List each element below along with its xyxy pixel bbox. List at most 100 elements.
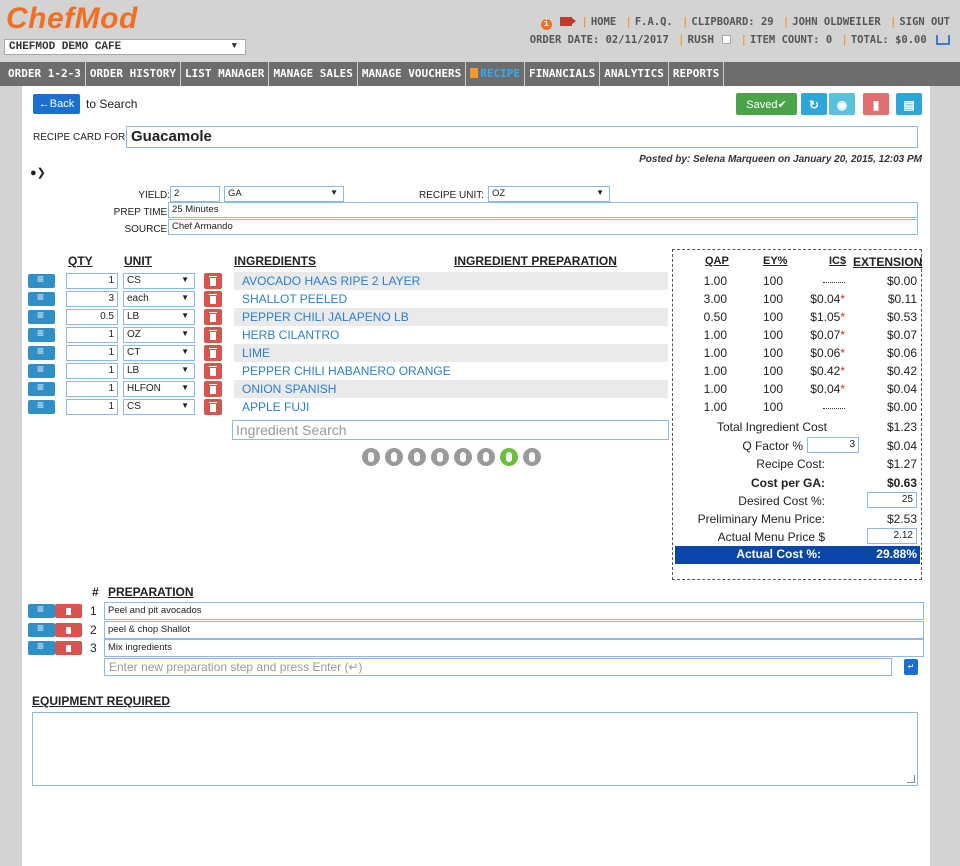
delete-ingredient-button[interactable] — [204, 273, 222, 289]
delete-ingredient-button[interactable] — [204, 327, 222, 343]
meat-icon[interactable] — [408, 448, 426, 466]
qty-input[interactable]: 1 — [66, 381, 118, 397]
enter-step-button[interactable]: ↵ — [904, 659, 918, 675]
unit-value: CT — [127, 347, 141, 358]
video-icon[interactable] — [560, 17, 577, 26]
ingredient-search-input[interactable]: Ingredient Search — [232, 420, 669, 440]
main-nav: ORDER 1-2-3 ORDER HISTORY LIST MANAGER M… — [0, 62, 960, 86]
qty-input[interactable]: 0.5 — [66, 309, 118, 325]
step-menu-button[interactable] — [28, 639, 55, 655]
row-menu-button[interactable] — [28, 344, 55, 360]
unit-select[interactable]: CT ▼ — [123, 345, 195, 361]
sign-out-link[interactable]: SIGN OUT — [899, 16, 950, 28]
print-button[interactable]: ▤ — [896, 93, 922, 115]
row-menu-button[interactable] — [28, 290, 55, 306]
new-step-input[interactable]: Enter new preparation step and press Ent… — [104, 658, 892, 676]
row-menu-button[interactable] — [28, 272, 55, 288]
tab-order-123[interactable]: ORDER 1-2-3 — [4, 62, 86, 86]
delete-ingredient-button[interactable] — [204, 345, 222, 361]
unit-select[interactable]: LB ▼ — [123, 309, 195, 325]
step-menu-button[interactable] — [28, 621, 55, 637]
rush-checkbox[interactable] — [722, 35, 732, 44]
prep-time-input[interactable]: 25 Minutes — [168, 202, 918, 218]
unit-select[interactable]: CS ▼ — [123, 273, 195, 289]
delete-ingredient-button[interactable] — [204, 309, 222, 325]
ingredient-name[interactable]: SHALLOT PEELED — [242, 292, 347, 306]
delete-ingredient-button[interactable] — [204, 399, 222, 415]
preview-button[interactable]: ◉ — [829, 93, 855, 115]
ingredient-name[interactable]: PEPPER CHILI JALAPENO LB — [242, 310, 409, 324]
qty-input[interactable]: 1 — [66, 345, 118, 361]
tab-manage-vouchers[interactable]: MANAGE VOUCHERS — [358, 62, 467, 86]
delete-step-button[interactable] — [55, 641, 82, 655]
step-input[interactable]: Mix ingredients — [104, 639, 924, 657]
row-menu-button[interactable] — [28, 326, 55, 342]
desired-cost-input[interactable]: 25 — [867, 492, 917, 508]
delete-ingredient-button[interactable] — [204, 381, 222, 397]
faq-link[interactable]: F.A.Q. — [635, 16, 673, 28]
tab-reports[interactable]: REPORTS — [669, 62, 725, 86]
yield-input[interactable]: 2 — [170, 186, 220, 202]
tag-icon[interactable]: ●❯ — [30, 166, 46, 179]
produce-icon[interactable] — [500, 448, 518, 466]
seafood-icon[interactable] — [431, 448, 449, 466]
delete-ingredient-button[interactable] — [204, 291, 222, 307]
clipboard-link[interactable]: CLIPBOARD: 29 — [691, 16, 773, 28]
user-link[interactable]: JOHN OLDWEILER — [792, 16, 881, 28]
tab-list-manager[interactable]: LIST MANAGER — [181, 62, 270, 86]
info-icon[interactable]: i — [540, 19, 552, 30]
delete-step-button[interactable] — [55, 604, 82, 618]
chefmod-logo[interactable]: ChefMod — [6, 2, 138, 36]
saved-button[interactable]: Saved✔ — [736, 93, 797, 115]
row-menu-button[interactable] — [28, 398, 55, 414]
unit-select[interactable]: OZ ▼ — [123, 327, 195, 343]
resize-handle-icon[interactable] — [907, 775, 915, 783]
source-input[interactable]: Chef Armando — [168, 219, 918, 235]
tab-manage-sales[interactable]: MANAGE SALES — [269, 62, 358, 86]
ingredient-name[interactable]: PEPPER CHILI HABANERO ORANGE — [242, 364, 451, 378]
delete-step-button[interactable] — [55, 623, 82, 637]
qty-input[interactable]: 1 — [66, 327, 118, 343]
delete-button[interactable]: ▮ — [863, 93, 889, 115]
step-input[interactable]: Peel and pit avocados — [104, 602, 924, 620]
step-menu-button[interactable] — [28, 602, 55, 618]
ingredient-name[interactable]: APPLE FUJI — [242, 400, 309, 414]
qty-input[interactable]: 1 — [66, 273, 118, 289]
dairy-icon[interactable] — [385, 448, 403, 466]
row-menu-button[interactable] — [28, 380, 55, 396]
cart-icon[interactable] — [936, 35, 950, 45]
qty-input[interactable]: 1 — [66, 363, 118, 379]
refresh-button[interactable]: ↻ — [801, 93, 827, 115]
ingredient-name[interactable]: ONION SPANISH — [242, 382, 336, 396]
qty-input[interactable]: 3 — [66, 291, 118, 307]
qfactor-input[interactable]: 3 — [807, 437, 859, 453]
unit-select[interactable]: CS ▼ — [123, 399, 195, 415]
row-menu-button[interactable] — [28, 362, 55, 378]
tab-financials[interactable]: FINANCIALS — [525, 62, 601, 86]
recipe-unit-select[interactable]: OZ ▼ — [488, 186, 610, 202]
qty-input[interactable]: 1 — [66, 399, 118, 415]
delete-ingredient-button[interactable] — [204, 363, 222, 379]
yield-unit-select[interactable]: GA ▼ — [224, 186, 344, 202]
equipment-textarea[interactable] — [32, 712, 918, 786]
row-menu-button[interactable] — [28, 308, 55, 324]
poultry-icon[interactable] — [454, 448, 472, 466]
actual-price-input[interactable]: 2.12 — [867, 528, 917, 544]
grocery-icon[interactable] — [523, 448, 541, 466]
beverage-icon[interactable] — [362, 448, 380, 466]
bakery-icon[interactable] — [477, 448, 495, 466]
cafe-select[interactable]: CHEFMOD DEMO CAFE ▼ — [4, 39, 246, 55]
ingredient-name[interactable]: HERB CILANTRO — [242, 328, 339, 342]
ingredient-name[interactable]: LIME — [242, 346, 270, 360]
tab-analytics[interactable]: ANALYTICS — [600, 62, 669, 86]
tab-order-history[interactable]: ORDER HISTORY — [86, 62, 181, 86]
back-button[interactable]: ←Back — [33, 94, 80, 114]
unit-select[interactable]: LB ▼ — [123, 363, 195, 379]
recipe-name-input[interactable]: Guacamole — [126, 126, 918, 148]
unit-select[interactable]: each ▼ — [123, 291, 195, 307]
home-link[interactable]: HOME — [591, 16, 616, 28]
tab-recipe[interactable]: RECIPE — [466, 62, 526, 86]
step-input[interactable]: peel & chop Shallot — [104, 621, 924, 639]
ingredient-name[interactable]: AVOCADO HAAS RIPE 2 LAYER — [242, 274, 420, 288]
unit-select[interactable]: HLFON ▼ — [123, 381, 195, 397]
